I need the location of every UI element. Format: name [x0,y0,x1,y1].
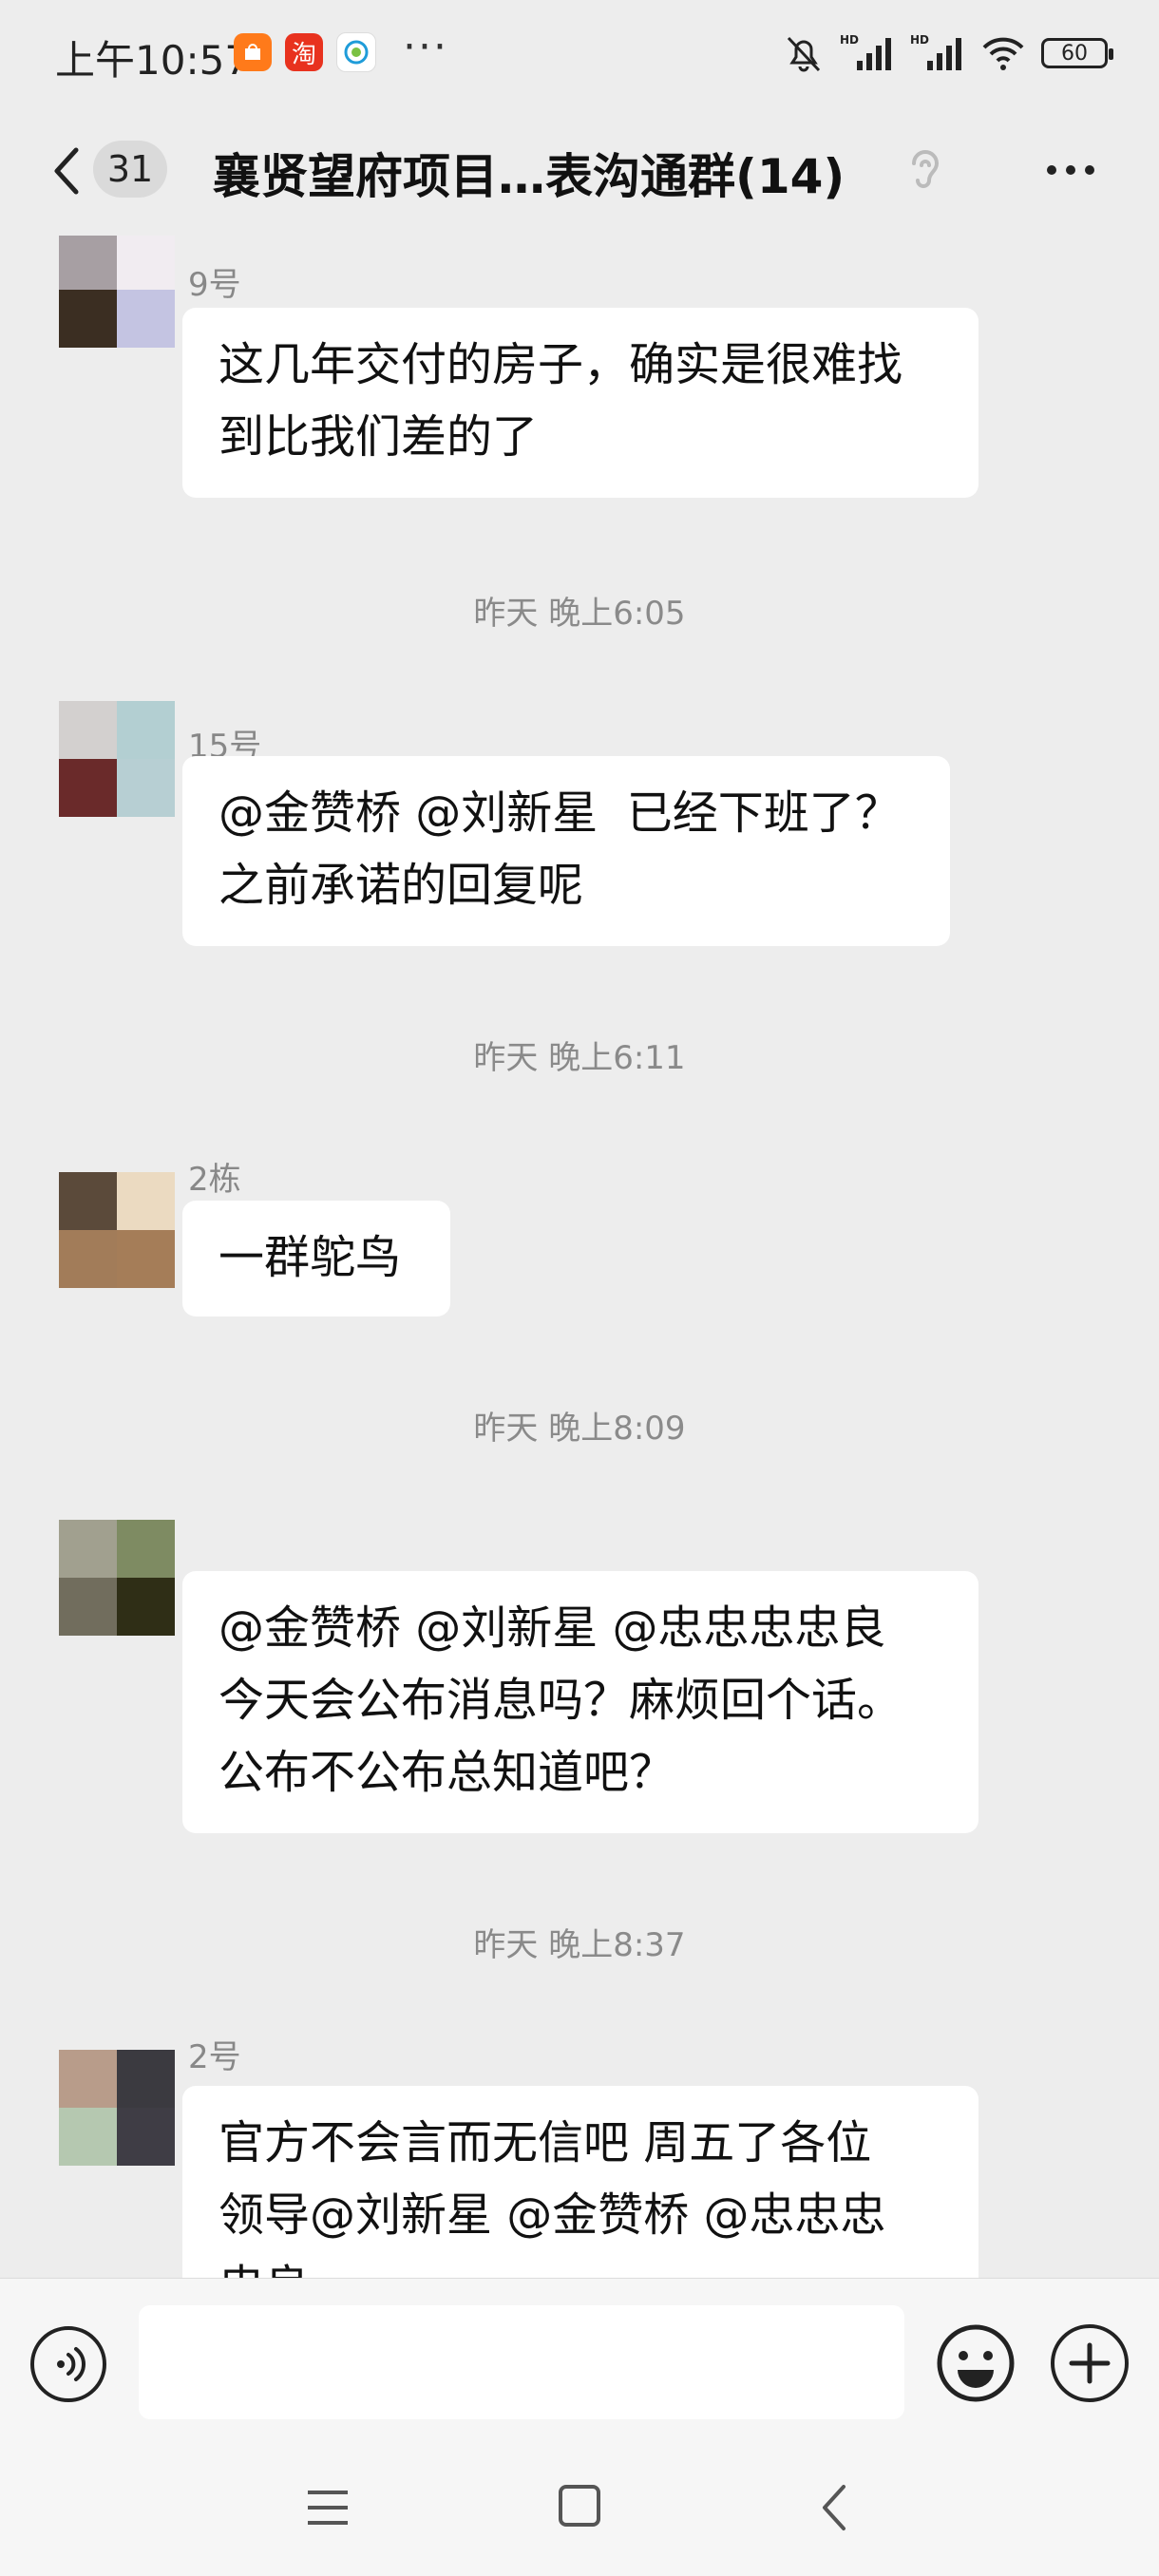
sender-name: 2号 [188,2038,241,2076]
back-arrow-icon[interactable] [44,141,91,201]
emoji-icon[interactable] [935,2322,1016,2404]
dot-icon [1066,165,1075,175]
mi-store-icon [234,33,272,71]
status-time: 上午10:57 [55,37,251,84]
sender-name: 2栋 [188,1161,241,1199]
message-bubble[interactable]: 这几年交付的房子，确实是很难找 到比我们差的了 [182,308,978,498]
more-functions-button[interactable] [1051,2324,1129,2402]
voice-input-button[interactable] [30,2326,106,2402]
timestamp: 昨天 晚上8:09 [473,1410,686,1448]
avatar[interactable] [59,236,175,348]
plus-icon [1069,2342,1111,2384]
mute-notification-icon [787,36,821,72]
message-bubble[interactable]: @金赞桥 @刘新星 已经下班了？ 之前承诺的回复呢 [182,756,950,946]
chat-input-bar [0,2278,1159,2444]
message-list[interactable]: 9号 这几年交付的房子，确实是很难找 到比我们差的了 昨天 晚上6:05 15号… [0,236,1159,2278]
status-app-icons: 淘 [234,32,376,72]
china-mobile-icon [336,32,376,72]
timestamp: 昨天 晚上6:05 [473,595,686,633]
recent-apps-icon[interactable] [304,2487,352,2529]
more-options-button[interactable] [1047,165,1094,175]
dot-icon [1085,165,1094,175]
home-icon[interactable] [559,2485,600,2527]
message-bubble[interactable]: 官方不会言而无信吧 周五了各位 领导@刘新星 @金赞桥 @忠忠忠 忠良 [182,2086,978,2278]
chat-header: 31 襄贤望府项目…表沟通群(14) [0,112,1159,236]
wifi-icon [982,37,1024,70]
status-indicators: HD HD 60 [783,32,1113,74]
chat-title: 襄贤望府项目…表沟通群(14) [213,149,846,204]
avatar[interactable] [59,1520,175,1636]
message-input[interactable] [139,2305,904,2419]
avatar[interactable] [59,2050,175,2166]
system-nav-bar [0,2443,1159,2576]
timestamp: 昨天 晚上8:37 [473,1926,686,1964]
voice-icon [57,2347,86,2381]
battery-indicator: 60 [1041,38,1113,68]
timestamp: 昨天 晚上6:11 [473,1039,686,1077]
taobao-icon: 淘 [285,33,323,71]
nav-back-icon[interactable] [815,2481,853,2534]
signal-hd-icon: HD [840,33,891,70]
sender-name: 9号 [188,266,241,304]
status-more-dots: ··· [403,23,448,71]
signal-hd-label-2: HD [910,33,929,47]
message-bubble[interactable]: 一群鸵鸟 [182,1201,450,1316]
avatar[interactable] [59,701,175,817]
signal-hd-label-1: HD [840,33,859,47]
signal-hd-icon-2: HD [910,33,961,70]
earpiece-mode-icon[interactable] [904,144,946,198]
message-bubble[interactable]: @金赞桥 @刘新星 @忠忠忠忠良 今天会公布消息吗？麻烦回个话。 公布不公布总知… [182,1571,978,1833]
status-bar: 上午10:57 淘 ··· HD HD 60 [0,0,1159,112]
dot-icon [1047,165,1056,175]
unread-count-badge[interactable]: 31 [93,141,167,198]
avatar[interactable] [59,1172,175,1288]
